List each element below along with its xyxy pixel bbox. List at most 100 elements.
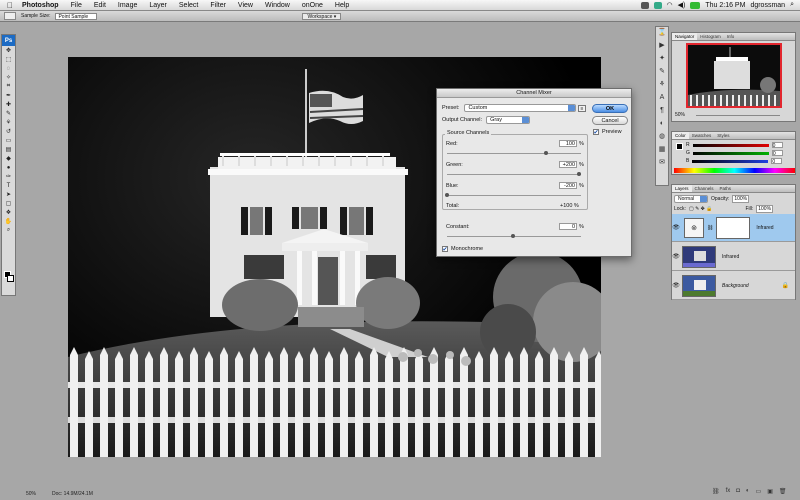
layer-row-infrared[interactable]: 👁 Infrared <box>672 243 795 271</box>
eye-icon[interactable]: 👁 <box>672 253 680 260</box>
cancel-button[interactable]: Cancel <box>592 116 628 125</box>
lock-icons[interactable]: ▢ ✎ ✥ 🔒 <box>689 206 713 212</box>
magic-wand-tool-icon[interactable]: ✧ <box>2 73 15 82</box>
tab-histogram[interactable]: Histogram <box>697 33 724 40</box>
eyedropper-tool-icon[interactable]: ✒ <box>2 91 15 100</box>
evernote-icon[interactable] <box>653 1 662 9</box>
notes-icon[interactable]: ✉ <box>656 157 668 168</box>
menu-onone[interactable]: onOne <box>296 2 329 9</box>
color-b-value[interactable]: 0 <box>771 158 783 165</box>
constant-slider-thumb[interactable] <box>511 234 515 238</box>
menu-view[interactable]: View <box>232 2 259 9</box>
gradient-tool-icon[interactable]: ▤ <box>2 145 15 154</box>
menu-help[interactable]: Help <box>329 2 355 9</box>
path-select-tool-icon[interactable]: ➤ <box>2 190 15 199</box>
tab-channels[interactable]: Channels <box>692 185 717 192</box>
blue-value-field[interactable]: -200 <box>559 182 577 189</box>
healing-tool-icon[interactable]: ✚ <box>2 100 15 109</box>
tab-layers[interactable]: Layers <box>672 185 692 192</box>
blur-tool-icon[interactable]: ◆ <box>2 154 15 163</box>
menu-filter[interactable]: Filter <box>204 2 232 9</box>
lasso-tool-icon[interactable]: ◌ <box>2 64 15 73</box>
sample-size-select[interactable]: Point Sample <box>55 12 98 20</box>
menu-clock[interactable]: Thu 2:16 PM <box>705 2 745 9</box>
preset-options-icon[interactable]: ≡ <box>578 105 586 112</box>
adjustments-icon[interactable]: ◐ <box>656 118 668 129</box>
fx-icon[interactable]: fx <box>726 488 731 495</box>
dodge-tool-icon[interactable]: ● <box>2 163 15 172</box>
status-icon[interactable] <box>640 1 649 9</box>
eye-icon[interactable]: 👁 <box>672 282 680 289</box>
new-group-icon[interactable]: ▭ <box>756 488 762 495</box>
monochrome-checkbox[interactable]: ✔ <box>442 246 448 253</box>
marquee-tool-icon[interactable]: ⬚ <box>2 55 15 64</box>
apple-icon[interactable]:  <box>4 1 16 10</box>
link-layers-icon[interactable]: ⛓ <box>712 488 720 495</box>
red-value-field[interactable]: 100 <box>559 140 577 147</box>
color-panel-foreground-swatch[interactable] <box>676 143 683 150</box>
constant-value-field[interactable]: 0 <box>559 223 577 230</box>
pen-tool-icon[interactable]: ✑ <box>2 172 15 181</box>
paragraph-icon[interactable]: ¶ <box>656 105 668 116</box>
menu-edit[interactable]: Edit <box>88 2 112 9</box>
trash-icon[interactable]: 🗑 <box>779 488 787 495</box>
add-mask-icon[interactable]: ◘ <box>736 488 740 495</box>
new-adjustment-icon[interactable]: ◐ <box>746 488 750 495</box>
hand-tool-icon[interactable]: ✋ <box>2 217 15 226</box>
layer-name[interactable]: Infrared <box>722 254 739 260</box>
battery-icon[interactable] <box>690 1 701 9</box>
zoom-tool-icon[interactable]: ⌕ <box>2 226 15 235</box>
tab-swatches[interactable]: Swatches <box>689 132 715 139</box>
masks-icon[interactable]: ◍ <box>656 131 668 142</box>
brush-tool-icon[interactable]: ✎ <box>2 109 15 118</box>
tab-styles[interactable]: Styles <box>714 132 732 139</box>
layer-row-background[interactable]: 👁 Background 🔒 <box>672 272 795 300</box>
preset-select[interactable]: Custom <box>464 104 577 112</box>
workspace-button[interactable]: Workspace ▾ <box>302 12 342 20</box>
history-brush-icon[interactable]: ↺ <box>2 127 15 136</box>
eraser-tool-icon[interactable]: ▭ <box>2 136 15 145</box>
green-slider-track[interactable] <box>447 174 581 175</box>
opacity-field[interactable]: 100% <box>732 195 750 203</box>
layer-mask-thumbnail[interactable] <box>716 216 751 239</box>
clone-source-icon[interactable]: ⚘ <box>656 79 668 90</box>
fill-field[interactable]: 100% <box>756 205 774 213</box>
blend-mode-select[interactable]: Normal <box>674 195 708 203</box>
wifi-icon[interactable]: ◠ <box>667 1 673 9</box>
navigator-preview[interactable] <box>686 43 782 108</box>
red-slider-thumb[interactable] <box>544 151 548 155</box>
color-g-value[interactable]: 0 <box>771 150 783 157</box>
green-value-field[interactable]: +200 <box>559 161 577 168</box>
background-color-swatch[interactable] <box>7 275 14 282</box>
crop-tool-icon[interactable]: ⌗ <box>2 82 15 91</box>
color-r-value[interactable]: 0 <box>771 142 783 149</box>
actions-icon[interactable]: ▶ <box>656 40 668 51</box>
layer-name[interactable]: Background <box>722 283 749 289</box>
type-tool-icon[interactable]: T <box>2 181 15 190</box>
menu-window[interactable]: Window <box>259 2 296 9</box>
stamp-tool-icon[interactable]: ⚘ <box>2 118 15 127</box>
menu-app-name[interactable]: Photoshop <box>16 2 65 9</box>
menu-layer[interactable]: Layer <box>143 2 173 9</box>
eye-icon[interactable]: 👁 <box>672 224 680 231</box>
3d-tool-icon[interactable]: ❖ <box>2 208 15 217</box>
ok-button[interactable]: OK <box>592 104 628 113</box>
tab-info[interactable]: Info <box>724 33 738 40</box>
blue-slider-thumb[interactable] <box>445 193 449 197</box>
dialog-title[interactable]: Channel Mixer <box>437 89 631 98</box>
blue-slider-track[interactable] <box>447 195 581 196</box>
character-icon[interactable]: A <box>656 92 668 103</box>
layer-row-adjustment[interactable]: 👁 ⊚ ⛓ Infrared <box>672 214 795 242</box>
output-channel-select[interactable]: Gray <box>486 116 531 124</box>
color-g-slider[interactable] <box>692 151 769 155</box>
doc-size-readout[interactable]: Doc: 14.9M/24.1M <box>52 491 93 497</box>
green-slider-thumb[interactable] <box>577 172 581 176</box>
eyedropper-tool-preset[interactable] <box>4 12 16 20</box>
volume-icon[interactable]: ◀) <box>678 1 686 9</box>
tab-paths[interactable]: Paths <box>717 185 735 192</box>
tool-presets-icon[interactable]: ✦ <box>656 53 668 64</box>
navigator-zoom-value[interactable]: 50% <box>675 112 685 118</box>
color-r-slider[interactable] <box>692 143 769 147</box>
red-slider-track[interactable] <box>447 153 581 154</box>
move-tool-icon[interactable]: ✥ <box>2 46 15 55</box>
